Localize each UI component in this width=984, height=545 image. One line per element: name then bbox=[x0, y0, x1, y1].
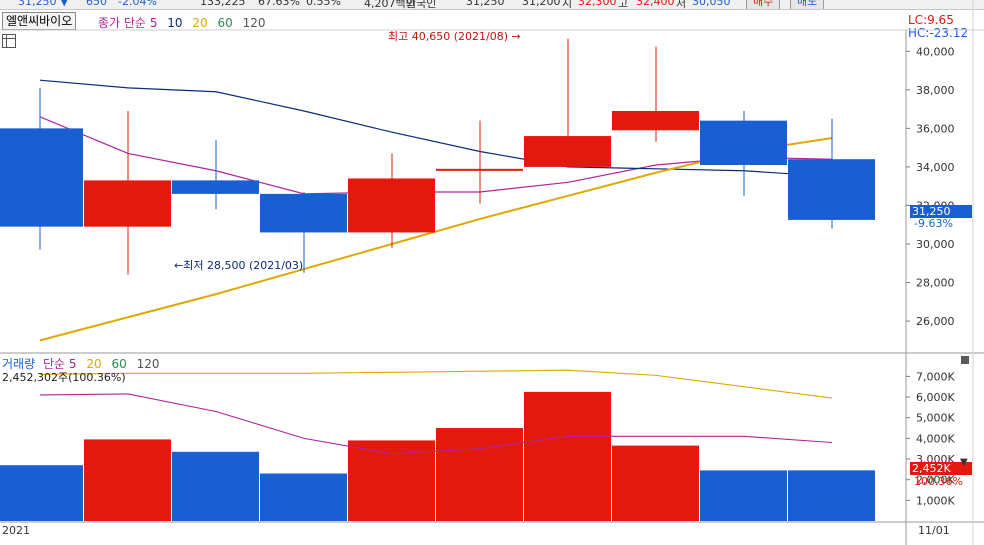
current-volume-pct: 100.36% bbox=[914, 475, 963, 488]
right-arrow-icon: → bbox=[511, 30, 521, 43]
price-tick-label: 40,000 bbox=[916, 45, 955, 58]
candle-body bbox=[788, 159, 875, 220]
low-annotation-label: 최저 28,500 (2021/03) bbox=[183, 259, 304, 272]
price-tick-label: 36,000 bbox=[916, 122, 955, 135]
low-annotation: ←최저 28,500 (2021/03) bbox=[174, 257, 303, 273]
volume-tick-label: 7,000K bbox=[916, 370, 955, 383]
price-tick-label: 26,000 bbox=[916, 315, 955, 328]
high-annotation-label: 최고 40,650 (2021/08) bbox=[388, 30, 509, 43]
candle-body bbox=[612, 111, 699, 131]
volume-tick-label: 5,000K bbox=[916, 412, 955, 425]
date-left: 2021 bbox=[2, 524, 30, 537]
volume-bar bbox=[524, 391, 611, 521]
candle-body bbox=[172, 180, 259, 194]
volume-bar bbox=[0, 465, 83, 521]
price-tick-label: 34,000 bbox=[916, 161, 955, 174]
candle-body bbox=[700, 120, 787, 165]
volume-tick-label: 1,000K bbox=[916, 494, 955, 507]
candle-body bbox=[260, 193, 347, 233]
volume-bar bbox=[436, 428, 523, 521]
volume-bar bbox=[260, 473, 347, 521]
volume-info: 2,452,302주(100.36%) bbox=[2, 371, 126, 384]
high-annotation: 최고 40,650 (2021/08) → bbox=[388, 28, 521, 44]
price-tick-label: 30,000 bbox=[916, 238, 955, 251]
volume-bar bbox=[172, 451, 259, 521]
stock-chart[interactable]: 26,00028,00030,00032,00034,00036,00038,0… bbox=[0, 0, 984, 545]
left-arrow-icon: ← bbox=[174, 259, 184, 272]
vol-ma120-label: 120 bbox=[136, 357, 160, 371]
candle-body bbox=[348, 178, 435, 233]
collapse-arrow-icon[interactable]: ▼ bbox=[960, 457, 968, 468]
price-tick-label: 28,000 bbox=[916, 277, 955, 290]
volume-tick-label: 6,000K bbox=[916, 391, 955, 404]
volume-bar bbox=[788, 470, 875, 521]
candle-body bbox=[436, 168, 523, 171]
candle-body bbox=[84, 180, 171, 227]
volume-ma-line-20 bbox=[39, 369, 833, 399]
volume-tick-label: 4,000K bbox=[916, 432, 955, 445]
candle-body bbox=[524, 136, 611, 167]
current-change-pct: -9.63% bbox=[914, 217, 953, 230]
ma-line-20 bbox=[39, 137, 833, 342]
date-right: 11/01 bbox=[918, 524, 950, 537]
price-tick-label: 38,000 bbox=[916, 84, 955, 97]
volume-bar bbox=[84, 439, 171, 521]
volume-bar bbox=[612, 445, 699, 521]
volume-bar bbox=[700, 470, 787, 521]
candle-body bbox=[0, 128, 83, 227]
panel-maximize-icon[interactable] bbox=[961, 356, 969, 364]
